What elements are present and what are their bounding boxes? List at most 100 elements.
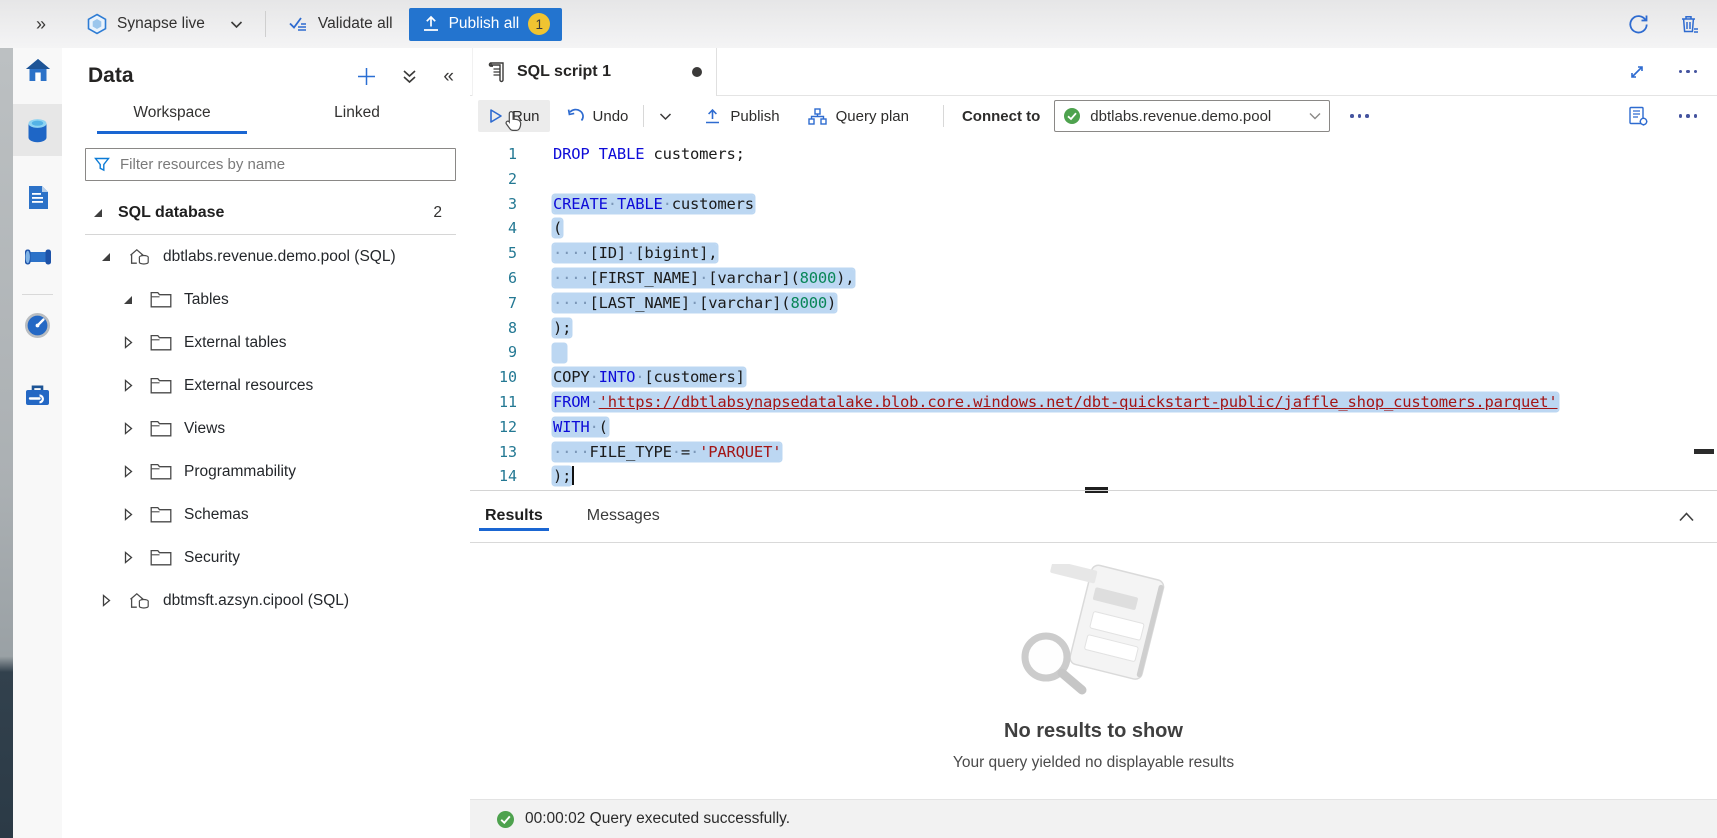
publish-button[interactable]: Publish — [694, 100, 789, 132]
pool-name: dbtlabs.revenue.demo.pool — [1090, 108, 1271, 125]
code-line[interactable]: 1DROP TABLE customers; — [470, 142, 1717, 167]
editor-more-actions-icon[interactable] — [1675, 110, 1702, 122]
query-plan-button[interactable]: Query plan — [798, 100, 919, 132]
code-line[interactable]: 3 CREATE·TABLE·customers — [470, 192, 1717, 217]
code-line[interactable]: 5····[ID]·[bigint], — [470, 241, 1717, 266]
tree-item-external-tables[interactable]: External tables — [85, 321, 456, 364]
collapse-panel-icon[interactable]: « — [443, 67, 454, 86]
code-line[interactable]: 12WITH·( — [470, 415, 1717, 440]
collapse-all-icon[interactable] — [402, 68, 417, 85]
query-status-bar: 00:00:02 Query executed successfully. — [470, 799, 1717, 838]
tab-more-actions-icon[interactable] — [1675, 66, 1702, 78]
collapsed-twisty-icon[interactable] — [122, 465, 136, 478]
code-line[interactable]: 9 — [470, 340, 1717, 365]
collapse-results-icon[interactable] — [1678, 511, 1695, 522]
properties-icon[interactable] — [1628, 106, 1649, 127]
nav-manage[interactable] — [13, 369, 62, 421]
topbar-right-actions — [1627, 13, 1701, 36]
expanded-twisty-icon[interactable] — [100, 251, 114, 263]
editor-scrollbar-thumb[interactable] — [1694, 449, 1714, 454]
mode-selector[interactable]: Synapse live — [86, 13, 243, 35]
publish-count-badge: 1 — [528, 13, 550, 35]
nav-data[interactable] — [13, 104, 62, 156]
tree-item-views[interactable]: Views — [85, 407, 456, 450]
expanded-twisty-icon[interactable] — [122, 294, 136, 306]
code-line[interactable]: 4( — [470, 216, 1717, 241]
collapsed-twisty-icon[interactable] — [122, 422, 136, 435]
add-resource-icon[interactable] — [357, 67, 376, 86]
code-line[interactable]: 2 — [470, 167, 1717, 192]
publish-all-button[interactable]: Publish all 1 — [409, 8, 563, 41]
collapsed-twisty-icon[interactable] — [100, 594, 114, 607]
code-line[interactable]: 11FROM·'https://dbtlabsynapsedatalake.bl… — [470, 390, 1717, 415]
tree-item-dbtmsft-azsyn-cipool-sql[interactable]: dbtmsft.azsyn.cipool (SQL) — [85, 579, 456, 622]
line-number: 3 — [470, 192, 517, 217]
discard-trash-icon[interactable] — [1678, 13, 1701, 36]
synapse-studio-app: » Synapse live Validate all Publish all … — [0, 0, 1717, 838]
code-line[interactable]: 10COPY·INTO·[customers] — [470, 365, 1717, 390]
tree-item-sql-database[interactable]: SQL database2 — [85, 191, 456, 235]
filter-input[interactable] — [118, 155, 447, 174]
data-panel: Data « Workspace Linked SQL database2dbt… — [62, 48, 471, 838]
no-results-subtitle: Your query yielded no displayable result… — [953, 754, 1234, 772]
tree-item-tables[interactable]: Tables — [85, 278, 456, 321]
nav-develop[interactable] — [13, 171, 62, 223]
code-line[interactable]: 8); — [470, 316, 1717, 341]
results-empty-state: No results to show Your query yielded no… — [470, 542, 1717, 800]
undo-button[interactable]: Undo — [556, 100, 639, 132]
validate-all-button[interactable]: Validate all — [288, 15, 393, 33]
top-command-bar: » Synapse live Validate all Publish all … — [0, 0, 1717, 49]
line-number: 13 — [470, 440, 517, 465]
nav-monitor[interactable] — [13, 299, 62, 351]
tree-item-security[interactable]: Security — [85, 536, 456, 579]
selection-highlight: WITH·( — [553, 418, 608, 436]
selection-highlight: ····[FIRST_NAME]·[varchar](8000), — [553, 269, 854, 287]
folder-icon — [150, 420, 172, 437]
run-button[interactable]: Run — [478, 100, 550, 132]
code-line[interactable]: 7····[LAST_NAME]·[varchar](8000) — [470, 291, 1717, 316]
expand-editor-icon[interactable] — [1629, 64, 1645, 80]
expanded-twisty-icon[interactable] — [92, 207, 106, 219]
tab-messages[interactable]: Messages — [585, 490, 662, 542]
collapsed-twisty-icon[interactable] — [122, 336, 136, 349]
code-line[interactable]: 6····[FIRST_NAME]·[varchar](8000), — [470, 266, 1717, 291]
tree-item-dbtlabs-revenue-demo-pool-sql[interactable]: dbtlabs.revenue.demo.pool (SQL) — [85, 235, 456, 278]
nav-integrate[interactable] — [13, 231, 62, 283]
code-line[interactable]: 13····FILE_TYPE·=·'PARQUET' — [470, 440, 1717, 465]
tree-item-programmability[interactable]: Programmability — [85, 450, 456, 493]
tree-item-external-resources[interactable]: External resources — [85, 364, 456, 407]
tab-sql-script-1[interactable]: SQL script 1 — [472, 48, 717, 96]
publish-upload-icon — [422, 15, 440, 33]
rail-divider — [22, 294, 53, 295]
document-tab-bar: SQL script 1 — [470, 48, 1717, 96]
no-results-illustration-icon — [1006, 564, 1181, 706]
collapsed-twisty-icon[interactable] — [122, 551, 136, 564]
selection-highlight: ····[LAST_NAME]·[varchar](8000) — [553, 294, 836, 312]
unsaved-dot — [692, 67, 702, 77]
toolbar-more-actions-icon[interactable] — [1346, 110, 1373, 122]
folder-icon — [150, 549, 172, 566]
refresh-icon[interactable] — [1627, 13, 1650, 36]
tree-item-schemas[interactable]: Schemas — [85, 493, 456, 536]
selection-highlight — [553, 344, 566, 362]
collapsed-twisty-icon[interactable] — [122, 508, 136, 521]
query-plan-icon — [808, 108, 827, 125]
tree-item-label: Tables — [184, 291, 229, 309]
tab-workspace[interactable]: Workspace — [97, 104, 247, 134]
code-editor[interactable]: 1DROP TABLE customers;23 CREATE·TABLE·cus… — [470, 137, 1717, 495]
expand-menu-icon[interactable]: » — [36, 15, 46, 33]
selection-highlight: CREATE·TABLE·customers — [553, 195, 754, 213]
code-line[interactable]: 14); — [470, 464, 1717, 489]
line-number: 10 — [470, 365, 517, 390]
publish-all-label: Publish all — [449, 15, 520, 33]
toolbar-separator — [643, 105, 644, 127]
nav-home[interactable] — [13, 44, 62, 96]
undo-redo-dropdown-icon[interactable] — [649, 100, 682, 132]
tree-item-label: External resources — [184, 377, 313, 395]
database-icon — [128, 247, 151, 266]
collapsed-twisty-icon[interactable] — [122, 379, 136, 392]
pool-select[interactable]: dbtlabs.revenue.demo.pool — [1054, 100, 1330, 132]
tab-results[interactable]: Results — [483, 490, 545, 542]
line-number: 4 — [470, 216, 517, 241]
tab-linked[interactable]: Linked — [302, 104, 412, 134]
